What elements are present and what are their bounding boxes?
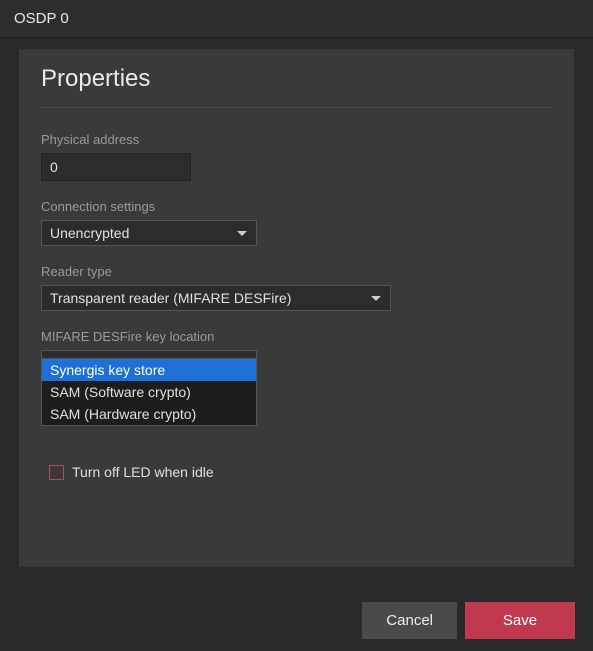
physical-address-input[interactable] — [41, 153, 191, 181]
turn-off-led-row: Turn off LED when idle — [49, 464, 552, 480]
content-area: Properties Physical address Connection s… — [0, 38, 593, 586]
connection-settings-select[interactable]: Unencrypted — [41, 220, 257, 246]
key-location-option[interactable]: SAM (Hardware crypto) — [42, 403, 256, 425]
window-title: OSDP 0 — [0, 0, 593, 38]
key-location-option[interactable]: Synergis key store — [42, 359, 256, 381]
connection-settings-label: Connection settings — [41, 199, 552, 214]
panel-title: Properties — [41, 65, 552, 108]
field-physical-address: Physical address — [41, 132, 552, 181]
reader-type-select[interactable]: Transparent reader (MIFARE DESFire) — [41, 285, 391, 311]
turn-off-led-checkbox[interactable] — [49, 465, 64, 480]
turn-off-led-label: Turn off LED when idle — [72, 464, 214, 480]
field-key-location: MIFARE DESFire key location Synergis key… — [41, 329, 552, 446]
footer-buttons: Cancel Save — [362, 602, 575, 639]
key-location-dropdown[interactable]: Synergis key storeSAM (Software crypto)S… — [41, 358, 257, 426]
reader-type-label: Reader type — [41, 264, 552, 279]
key-location-option[interactable]: SAM (Software crypto) — [42, 381, 256, 403]
cancel-button[interactable]: Cancel — [362, 602, 457, 639]
key-location-label: MIFARE DESFire key location — [41, 329, 552, 344]
field-connection-settings: Connection settings Unencrypted — [41, 199, 552, 246]
physical-address-label: Physical address — [41, 132, 552, 147]
properties-panel: Properties Physical address Connection s… — [18, 48, 575, 568]
field-reader-type: Reader type Transparent reader (MIFARE D… — [41, 264, 552, 311]
save-button[interactable]: Save — [465, 602, 575, 639]
